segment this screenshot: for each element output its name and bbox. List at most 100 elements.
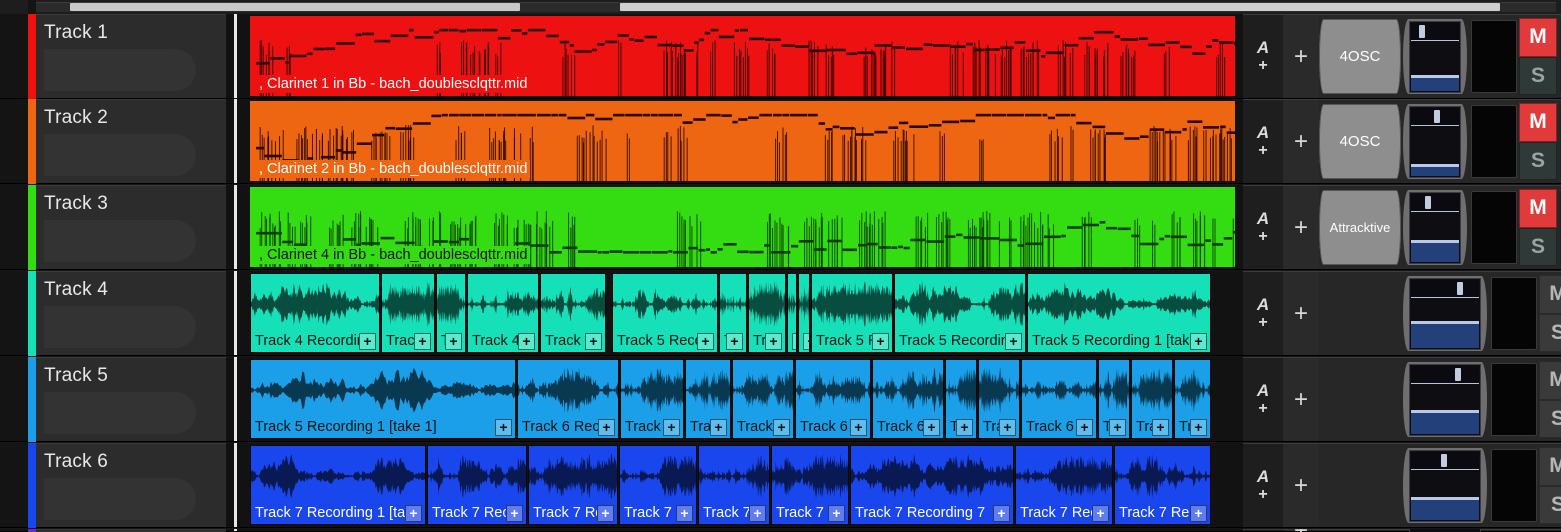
clip-label[interactable]: Track 4 Recording 3 [take 1]+ bbox=[468, 330, 538, 352]
mute-solo-group[interactable]: MS bbox=[1539, 361, 1561, 438]
plugin-slot[interactable] bbox=[1319, 362, 1401, 437]
track-header[interactable]: Track 3 bbox=[36, 185, 226, 270]
clip-expand-icon[interactable]: + bbox=[598, 418, 615, 436]
clip-label[interactable]: Track 6 Rec+ bbox=[1132, 416, 1172, 438]
track-name-label[interactable]: Track 2 bbox=[44, 106, 226, 130]
clip-label[interactable]: Track 4 Recording 3 [take 2]+ bbox=[541, 330, 605, 352]
clip-label[interactable]: Track 5 Recording 2+ bbox=[749, 330, 785, 352]
audio-clip[interactable]: Track 5 Recording 1+ bbox=[719, 273, 747, 353]
clip-expand-icon[interactable]: + bbox=[1190, 418, 1207, 436]
add-plugin-button[interactable]: + bbox=[1283, 272, 1319, 355]
track-row[interactable]: Track 3 , Clarinet 4 in Bb - bach_doubles… bbox=[0, 185, 1561, 270]
fader-panel[interactable] bbox=[1403, 448, 1487, 523]
clip-label[interactable]: Track 6 R+ bbox=[1099, 416, 1129, 438]
automation-controls[interactable]: A+ bbox=[1243, 272, 1283, 355]
track-controls-widget[interactable] bbox=[44, 478, 196, 520]
clip-label[interactable]: Track 6 Rec+ bbox=[979, 416, 1019, 438]
volume-level[interactable] bbox=[1411, 163, 1459, 176]
volume-level[interactable] bbox=[1411, 409, 1479, 434]
track-color-strip-left[interactable] bbox=[28, 99, 36, 184]
audio-clip[interactable]: Track 4 Recording 1 [take 1]+ bbox=[250, 273, 380, 353]
clip-label[interactable]: Track 7 Recording 2+ bbox=[428, 502, 526, 524]
solo-button[interactable]: S bbox=[1519, 56, 1557, 95]
audio-clip[interactable]: Track 6 R+ bbox=[1098, 359, 1130, 439]
clip-label[interactable]: Track 6 Recording 1 [take 1]+ bbox=[518, 416, 618, 438]
plugin-slot[interactable]: 4OSC bbox=[1319, 19, 1401, 94]
track-color-strip-left[interactable] bbox=[28, 443, 36, 528]
pan-knob[interactable] bbox=[1440, 453, 1447, 467]
clip-expand-icon[interactable]: + bbox=[405, 504, 422, 522]
clip-label[interactable]: Track 6 R+ bbox=[946, 416, 976, 438]
plugin-slot[interactable]: 4OSC bbox=[1319, 104, 1401, 179]
track-header[interactable]: Track 1 bbox=[36, 14, 226, 99]
audio-clip[interactable]: Track 5 Recording 1 [take 1] + bbox=[250, 359, 516, 439]
audio-clip[interactable]: Track 4 Recording 2+ bbox=[436, 273, 466, 353]
clip-label[interactable]: Track 6 Recording 5+ bbox=[873, 416, 943, 438]
fader-panel[interactable] bbox=[1403, 362, 1487, 437]
automation-icon[interactable]: A bbox=[1257, 39, 1269, 57]
clip-expand-icon[interactable]: + bbox=[663, 418, 680, 436]
audio-clip[interactable]: Track 4 Recording 3 [take 1]+ bbox=[467, 273, 539, 353]
add-automation-icon[interactable]: + bbox=[1258, 58, 1267, 74]
audio-clip[interactable]: Track 7 Recording 6+ bbox=[771, 445, 849, 525]
track-name-label[interactable]: Track 4 bbox=[44, 278, 226, 302]
volume-fader[interactable] bbox=[1409, 277, 1481, 350]
audio-clip[interactable]: Track 7 Recording 2+ bbox=[427, 445, 527, 525]
midi-clip[interactable]: , Clarinet 2 in Bb - bach_doublesclqttr.… bbox=[250, 101, 1235, 181]
clip-label[interactable]: Track 4 Recording 1 [take 1]+ bbox=[251, 330, 379, 352]
clip-expand-icon[interactable]: + bbox=[993, 504, 1010, 522]
track-lane[interactable]: , Clarinet 4 in Bb - bach_doublesclqttr.… bbox=[240, 185, 1243, 270]
clip-expand-icon[interactable]: + bbox=[585, 332, 602, 350]
track-row[interactable]: Track 4Track 4 Recording 1 [take 1]+Trac… bbox=[0, 271, 1561, 356]
track-header[interactable]: Track 6 bbox=[36, 443, 226, 528]
track-mixer-strip[interactable]: A++ MS bbox=[1243, 271, 1561, 356]
track-name-label[interactable]: Track 5 bbox=[44, 364, 226, 388]
clip-expand-icon[interactable]: + bbox=[749, 504, 766, 522]
track-lane[interactable]: Track 5 Recording 1 [take 1]+Track 6 Rec… bbox=[240, 357, 1243, 442]
audio-clip[interactable]: Track 6 Recording 4+ bbox=[795, 359, 871, 439]
track-name-label[interactable]: Track 6 bbox=[44, 450, 226, 474]
clip-label[interactable]: Track 7 Recording 3+ bbox=[529, 502, 617, 524]
audio-clip[interactable]: Track 4 Recording 1 [take 2]+ bbox=[381, 273, 435, 353]
volume-fader[interactable] bbox=[1409, 20, 1461, 93]
fader-panel[interactable] bbox=[1403, 19, 1467, 94]
pan-control[interactable] bbox=[1411, 365, 1479, 384]
mute-solo-group[interactable]: MS bbox=[1539, 447, 1561, 524]
track-mixer-strip[interactable]: A++MS bbox=[1243, 443, 1561, 528]
clip-label[interactable]: Track 5 Recording 1 [take 1] + bbox=[251, 416, 515, 438]
clip-label[interactable]: Track 7 Recording 1 [take 1]+ bbox=[251, 502, 425, 524]
audio-clip[interactable]: Track 6 Recording 5+ bbox=[872, 359, 944, 439]
clip-expand-icon[interactable]: + bbox=[773, 418, 790, 436]
audio-clip[interactable]: Track 7 Recording 9+ bbox=[1114, 445, 1211, 525]
track-header[interactable]: Track 4 bbox=[36, 271, 226, 356]
mute-button[interactable]: M bbox=[1539, 447, 1561, 486]
pan-control[interactable] bbox=[1411, 22, 1459, 41]
clip-title[interactable]: , Clarinet 4 in Bb - bach_doublesclqttr.… bbox=[256, 246, 531, 264]
mute-solo-group[interactable]: MS bbox=[1539, 275, 1561, 352]
clip-label[interactable]: Track 6 Rec+ bbox=[686, 416, 730, 438]
automation-controls[interactable]: A+ bbox=[1243, 358, 1283, 441]
audio-clip[interactable]: Track 5 R+ bbox=[798, 273, 810, 353]
clip-title[interactable]: , Clarinet 2 in Bb - bach_doublesclqttr.… bbox=[256, 160, 531, 178]
solo-button[interactable]: S bbox=[1539, 485, 1561, 524]
add-automation-icon[interactable]: + bbox=[1258, 229, 1267, 245]
mute-solo-group[interactable]: MS bbox=[1519, 18, 1557, 95]
clip-expand-icon[interactable]: + bbox=[1005, 332, 1022, 350]
track-color-strip-left[interactable] bbox=[28, 185, 36, 270]
add-plugin-button[interactable]: + bbox=[1283, 100, 1319, 183]
track-row[interactable]: Track 2 , Clarinet 2 in Bb - bach_doubles… bbox=[0, 99, 1561, 184]
volume-level[interactable] bbox=[1411, 74, 1459, 91]
clip-label[interactable]: Track 7 Recording 7 + bbox=[851, 502, 1013, 524]
clip-label[interactable]: Track 6 Recording 7+ bbox=[1175, 416, 1210, 438]
clip-expand-icon[interactable]: + bbox=[495, 418, 512, 436]
plugin-slot[interactable] bbox=[1319, 448, 1401, 523]
audio-clip[interactable]: Track 5 R+ bbox=[787, 273, 797, 353]
audio-clip[interactable]: Track 5 Recording 3+ bbox=[811, 273, 893, 353]
track-lane[interactable]: , Clarinet 1 in Bb - bach_doublesclqttr.… bbox=[240, 14, 1243, 99]
track-mixer-strip[interactable]: A++MS bbox=[1243, 357, 1561, 442]
plugin-slot[interactable] bbox=[1319, 276, 1401, 351]
volume-fader[interactable] bbox=[1409, 363, 1481, 436]
solo-button[interactable]: S bbox=[1519, 141, 1557, 180]
clip-expand-icon[interactable]: + bbox=[445, 332, 462, 350]
clip-expand-icon[interactable]: + bbox=[1092, 504, 1109, 522]
